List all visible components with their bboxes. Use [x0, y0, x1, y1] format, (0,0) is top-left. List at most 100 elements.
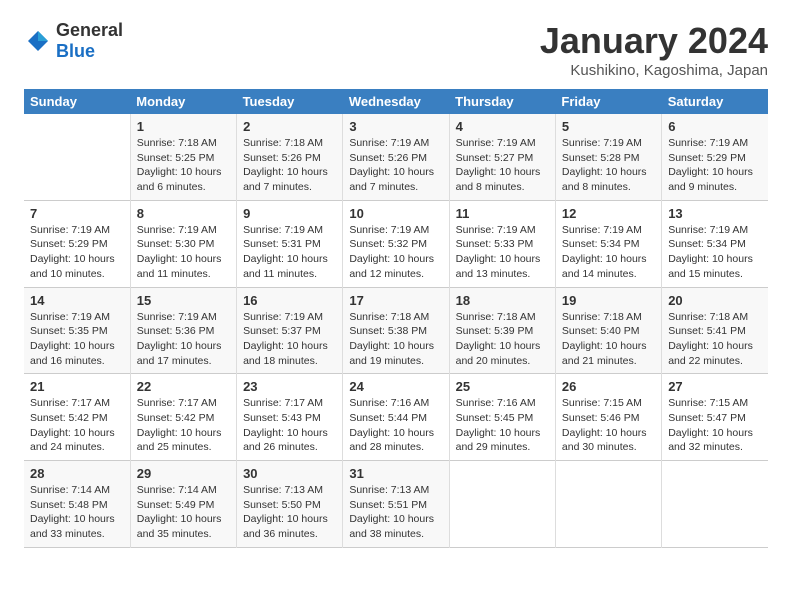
day-number: 1 [137, 119, 230, 134]
day-of-week-header: Tuesday [237, 89, 343, 114]
day-number: 10 [349, 206, 442, 221]
day-number: 15 [137, 293, 230, 308]
calendar-cell: 19 Sunrise: 7:18 AMSunset: 5:40 PMDayligh… [555, 287, 661, 374]
calendar-cell: 13Sunrise: 7:19 AMSunset: 5:34 PMDayligh… [662, 200, 768, 287]
calendar-cell: 10 Sunrise: 7:19 AMSunset: 5:32 PMDayligh… [343, 200, 449, 287]
day-info: Sunrise: 7:18 AMSunset: 5:25 PMDaylight:… [137, 136, 230, 195]
calendar-cell: 11Sunrise: 7:19 AMSunset: 5:33 PMDayligh… [449, 200, 555, 287]
day-info: Sunrise: 7:19 AMSunset: 5:29 PMDaylight:… [668, 136, 762, 195]
calendar-cell: 12 Sunrise: 7:19 AMSunset: 5:34 PMDayligh… [555, 200, 661, 287]
calendar-cell: 29Sunrise: 7:14 AMSunset: 5:49 PMDayligh… [130, 461, 236, 548]
day-info: Sunrise: 7:19 AMSunset: 5:34 PMDaylight:… [562, 223, 655, 282]
day-info: Sunrise: 7:17 AMSunset: 5:43 PMDaylight:… [243, 396, 336, 455]
calendar-cell: 26Sunrise: 7:15 AMSunset: 5:46 PMDayligh… [555, 374, 661, 461]
day-info: Sunrise: 7:19 AMSunset: 5:28 PMDaylight:… [562, 136, 655, 195]
calendar-cell: 28 Sunrise: 7:14 AMSunset: 5:48 PMDayligh… [24, 461, 130, 548]
calendar-cell: 8Sunrise: 7:19 AMSunset: 5:30 PMDaylight… [130, 200, 236, 287]
calendar-week-row: 7Sunrise: 7:19 AMSunset: 5:29 PMDaylight… [24, 200, 768, 287]
day-number: 6 [668, 119, 762, 134]
day-info: Sunrise: 7:14 AMSunset: 5:48 PMDaylight:… [30, 483, 124, 542]
day-number: 21 [30, 379, 124, 394]
day-number: 24 [349, 379, 442, 394]
day-info: Sunrise: 7:17 AMSunset: 5:42 PMDaylight:… [30, 396, 124, 455]
day-info: Sunrise: 7:19 AMSunset: 5:35 PMDaylight:… [30, 310, 124, 369]
day-info: Sunrise: 7:15 AMSunset: 5:46 PMDaylight:… [562, 396, 655, 455]
calendar-title: January 2024 [540, 20, 768, 62]
calendar-cell: 3 Sunrise: 7:19 AMSunset: 5:26 PMDaylight… [343, 114, 449, 200]
day-info: Sunrise: 7:19 AMSunset: 5:31 PMDaylight:… [243, 223, 336, 282]
calendar-cell: 18 Sunrise: 7:18 AMSunset: 5:39 PMDayligh… [449, 287, 555, 374]
day-number: 23 [243, 379, 336, 394]
calendar-cell: 9Sunrise: 7:19 AMSunset: 5:31 PMDaylight… [237, 200, 343, 287]
calendar-week-row: 1 Sunrise: 7:18 AMSunset: 5:25 PMDaylight… [24, 114, 768, 200]
calendar-cell: 23 Sunrise: 7:17 AMSunset: 5:43 PMDayligh… [237, 374, 343, 461]
day-info: Sunrise: 7:18 AMSunset: 5:26 PMDaylight:… [243, 136, 336, 195]
calendar-cell: 7Sunrise: 7:19 AMSunset: 5:29 PMDaylight… [24, 200, 130, 287]
day-info: Sunrise: 7:19 AMSunset: 5:30 PMDaylight:… [137, 223, 230, 282]
day-info: Sunrise: 7:16 AMSunset: 5:45 PMDaylight:… [456, 396, 549, 455]
calendar-cell: 6 Sunrise: 7:19 AMSunset: 5:29 PMDaylight… [662, 114, 768, 200]
day-info: Sunrise: 7:14 AMSunset: 5:49 PMDaylight:… [137, 483, 230, 542]
day-number: 22 [137, 379, 230, 394]
day-info: Sunrise: 7:17 AMSunset: 5:42 PMDaylight:… [137, 396, 230, 455]
calendar-cell: 22 Sunrise: 7:17 AMSunset: 5:42 PMDayligh… [130, 374, 236, 461]
day-number: 14 [30, 293, 124, 308]
title-area: January 2024 Kushikino, Kagoshima, Japan [540, 20, 768, 79]
calendar-header: SundayMondayTuesdayWednesdayThursdayFrid… [24, 89, 768, 114]
calendar-cell: 30 Sunrise: 7:13 AMSunset: 5:50 PMDayligh… [237, 461, 343, 548]
calendar-cell: 24 Sunrise: 7:16 AMSunset: 5:44 PMDayligh… [343, 374, 449, 461]
day-of-week-header: Thursday [449, 89, 555, 114]
calendar-cell: 27 Sunrise: 7:15 AMSunset: 5:47 PMDayligh… [662, 374, 768, 461]
calendar-cell: 31Sunrise: 7:13 AMSunset: 5:51 PMDayligh… [343, 461, 449, 548]
calendar-cell [24, 114, 130, 200]
day-info: Sunrise: 7:19 AMSunset: 5:36 PMDaylight:… [137, 310, 230, 369]
calendar-cell: 1 Sunrise: 7:18 AMSunset: 5:25 PMDaylight… [130, 114, 236, 200]
day-number: 2 [243, 119, 336, 134]
day-of-week-header: Saturday [662, 89, 768, 114]
day-info: Sunrise: 7:15 AMSunset: 5:47 PMDaylight:… [668, 396, 762, 455]
day-of-week-header: Sunday [24, 89, 130, 114]
day-number: 12 [562, 206, 655, 221]
calendar-week-row: 14 Sunrise: 7:19 AMSunset: 5:35 PMDayligh… [24, 287, 768, 374]
calendar-cell: 5Sunrise: 7:19 AMSunset: 5:28 PMDaylight… [555, 114, 661, 200]
day-number: 4 [456, 119, 549, 134]
calendar-table: SundayMondayTuesdayWednesdayThursdayFrid… [24, 89, 768, 548]
header: General Blue January 2024 Kushikino, Kag… [24, 20, 768, 79]
day-number: 7 [30, 206, 124, 221]
day-number: 31 [349, 466, 442, 481]
logo-text-general: General [56, 20, 123, 40]
logo-icon [24, 27, 52, 55]
calendar-cell: 2 Sunrise: 7:18 AMSunset: 5:26 PMDaylight… [237, 114, 343, 200]
day-info: Sunrise: 7:19 AMSunset: 5:26 PMDaylight:… [349, 136, 442, 195]
day-number: 28 [30, 466, 124, 481]
day-number: 13 [668, 206, 762, 221]
day-of-week-header: Friday [555, 89, 661, 114]
day-number: 3 [349, 119, 442, 134]
calendar-cell: 16Sunrise: 7:19 AMSunset: 5:37 PMDayligh… [237, 287, 343, 374]
day-of-week-header: Wednesday [343, 89, 449, 114]
calendar-cell [555, 461, 661, 548]
day-info: Sunrise: 7:16 AMSunset: 5:44 PMDaylight:… [349, 396, 442, 455]
calendar-cell: 17Sunrise: 7:18 AMSunset: 5:38 PMDayligh… [343, 287, 449, 374]
calendar-cell: 20 Sunrise: 7:18 AMSunset: 5:41 PMDayligh… [662, 287, 768, 374]
calendar-body: 1 Sunrise: 7:18 AMSunset: 5:25 PMDaylight… [24, 114, 768, 547]
day-info: Sunrise: 7:18 AMSunset: 5:41 PMDaylight:… [668, 310, 762, 369]
calendar-cell: 14 Sunrise: 7:19 AMSunset: 5:35 PMDayligh… [24, 287, 130, 374]
day-number: 20 [668, 293, 762, 308]
calendar-cell: 21 Sunrise: 7:17 AMSunset: 5:42 PMDayligh… [24, 374, 130, 461]
calendar-cell: 15 Sunrise: 7:19 AMSunset: 5:36 PMDayligh… [130, 287, 236, 374]
day-number: 17 [349, 293, 442, 308]
day-number: 25 [456, 379, 549, 394]
calendar-cell: 4Sunrise: 7:19 AMSunset: 5:27 PMDaylight… [449, 114, 555, 200]
day-number: 18 [456, 293, 549, 308]
calendar-cell [662, 461, 768, 548]
day-info: Sunrise: 7:18 AMSunset: 5:40 PMDaylight:… [562, 310, 655, 369]
day-number: 30 [243, 466, 336, 481]
day-info: Sunrise: 7:19 AMSunset: 5:32 PMDaylight:… [349, 223, 442, 282]
day-info: Sunrise: 7:13 AMSunset: 5:50 PMDaylight:… [243, 483, 336, 542]
calendar-subtitle: Kushikino, Kagoshima, Japan [540, 62, 768, 79]
day-number: 19 [562, 293, 655, 308]
day-number: 27 [668, 379, 762, 394]
calendar-week-row: 21 Sunrise: 7:17 AMSunset: 5:42 PMDayligh… [24, 374, 768, 461]
day-info: Sunrise: 7:18 AMSunset: 5:39 PMDaylight:… [456, 310, 549, 369]
